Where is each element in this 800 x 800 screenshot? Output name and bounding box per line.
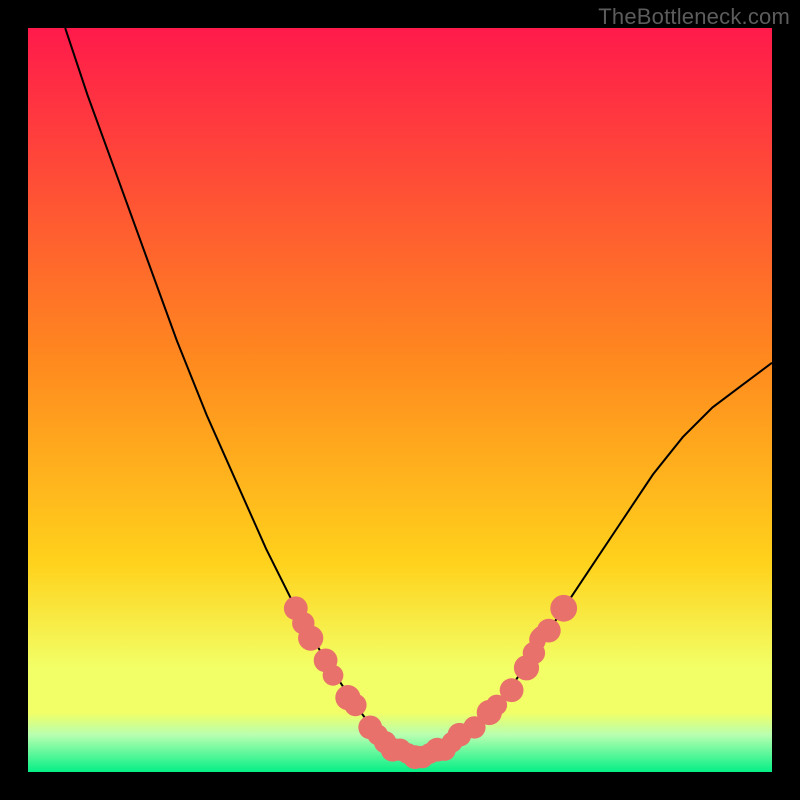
marker-dot (500, 678, 524, 702)
gradient-background (28, 28, 772, 772)
marker-dot (298, 626, 323, 651)
marker-dot (550, 595, 577, 622)
watermark-text: TheBottleneck.com (598, 4, 790, 30)
marker-dot (323, 665, 344, 686)
plot-svg (28, 28, 772, 772)
marker-dot (344, 694, 366, 716)
chart-frame: TheBottleneck.com (0, 0, 800, 800)
bottleneck-plot (28, 28, 772, 772)
